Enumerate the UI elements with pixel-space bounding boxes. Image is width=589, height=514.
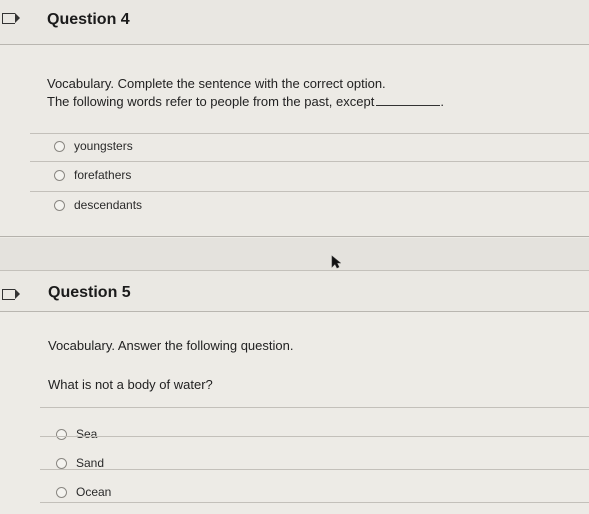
option-label: forefathers — [74, 168, 132, 182]
question-card-5: Question 5 Vocabulary. Answer the follow… — [0, 270, 589, 514]
question-prompt: The following words refer to people from… — [47, 94, 444, 109]
divider — [30, 161, 589, 162]
answer-option[interactable]: Sea — [56, 427, 97, 441]
question-header: Question 5 — [0, 270, 589, 312]
flag-icon[interactable] — [2, 13, 20, 24]
divider — [40, 469, 589, 470]
answer-option[interactable]: Sand — [56, 456, 104, 470]
question-title: Question 5 — [48, 284, 131, 301]
prompt-text: The following words refer to people from… — [47, 94, 375, 109]
radio-circle-icon[interactable] — [54, 140, 65, 152]
divider — [30, 191, 589, 192]
question-prompt: What is not a body of water? — [48, 377, 213, 392]
radio-circle-icon[interactable] — [56, 457, 67, 469]
radio-circle-icon[interactable] — [54, 199, 65, 211]
question-card-4: Question 4 Vocabulary. Complete the sent… — [0, 0, 589, 238]
divider — [30, 133, 589, 134]
prompt-end: . — [440, 94, 444, 109]
radio-circle-icon[interactable] — [56, 486, 67, 498]
question-title: Question 4 — [47, 11, 130, 28]
answer-blank — [376, 95, 441, 106]
answer-option[interactable]: descendants — [54, 198, 142, 212]
option-label: Ocean — [76, 485, 112, 499]
flag-icon[interactable] — [2, 289, 20, 300]
answer-option[interactable]: forefathers — [54, 168, 131, 182]
option-label: youngsters — [74, 139, 133, 153]
divider — [40, 407, 589, 408]
answer-option[interactable]: Ocean — [56, 485, 111, 499]
question-header: Question 4 — [0, 0, 589, 45]
card-bottom-border — [0, 236, 589, 237]
divider — [40, 436, 589, 437]
radio-circle-icon[interactable] — [56, 428, 67, 440]
question-instruction: Vocabulary. Complete the sentence with t… — [47, 76, 386, 91]
radio-circle-icon[interactable] — [54, 169, 65, 181]
divider — [40, 502, 589, 503]
mouse-pointer-icon — [331, 255, 341, 269]
option-label: Sand — [76, 456, 105, 470]
answer-option[interactable]: youngsters — [54, 139, 133, 153]
question-instruction: Vocabulary. Answer the following questio… — [48, 338, 294, 353]
option-label: Sea — [76, 427, 98, 441]
option-label: descendants — [74, 198, 143, 212]
